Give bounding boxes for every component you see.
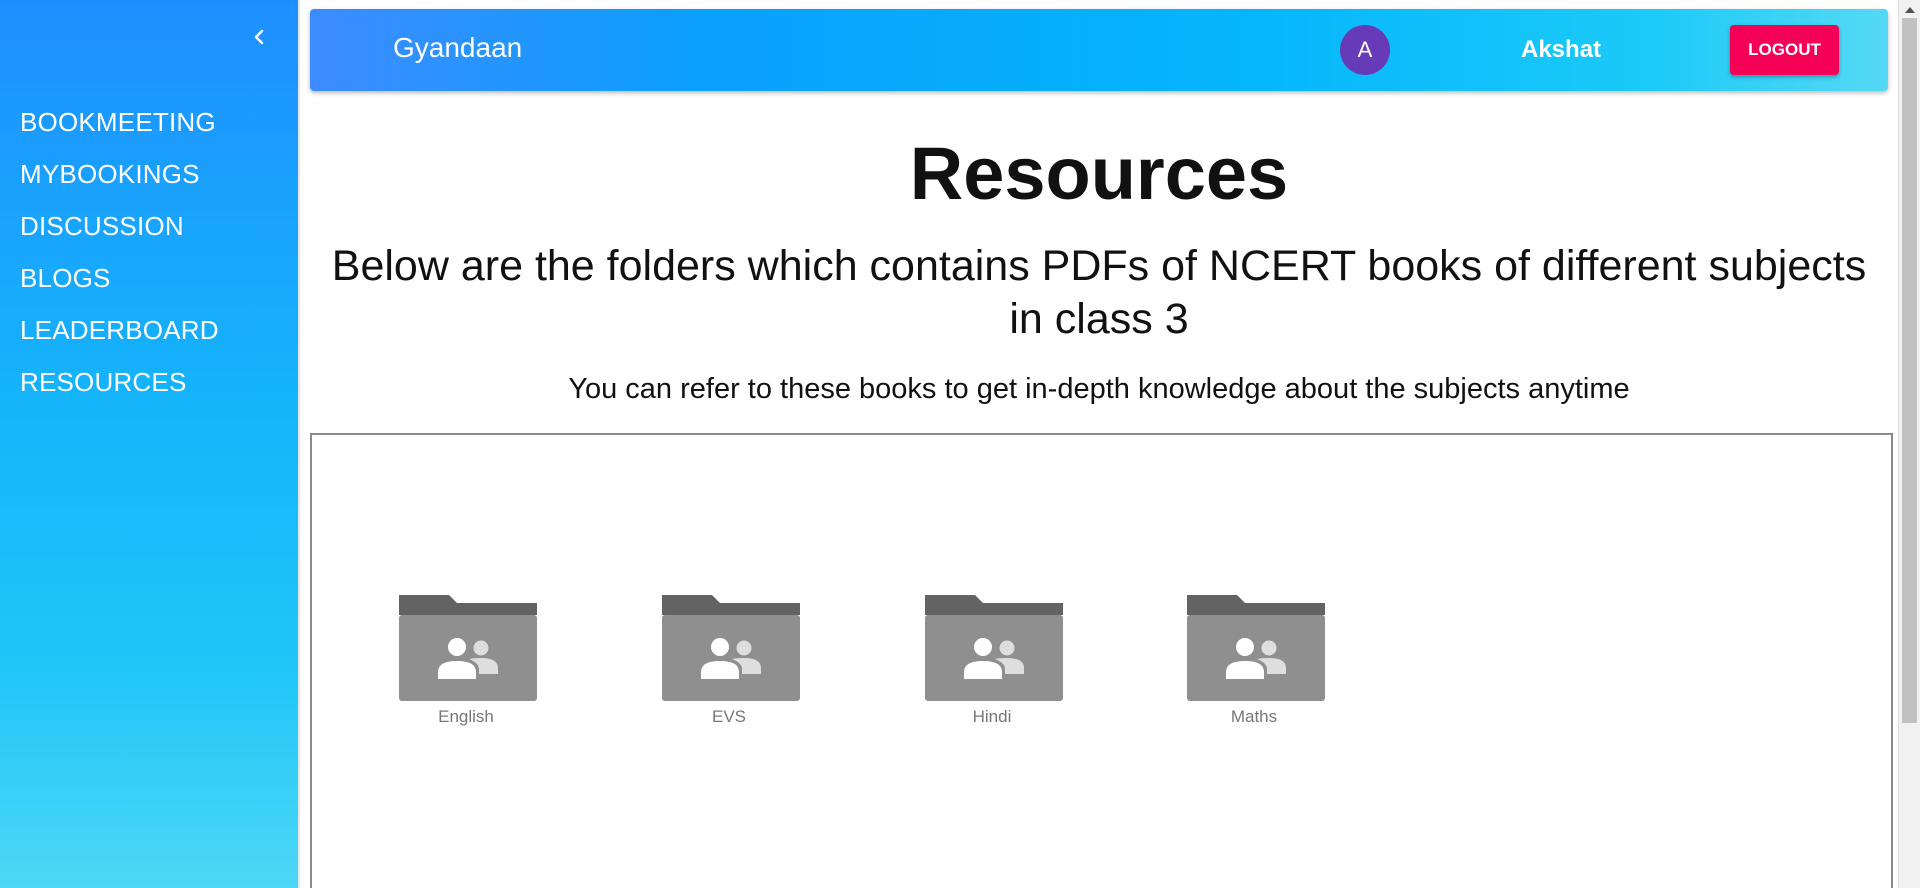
- sidebar: BOOKMEETING MYBOOKINGS DISCUSSION BLOGS …: [0, 0, 300, 888]
- folder-maths[interactable]: Maths: [1184, 595, 1325, 727]
- caret-up-icon: [1904, 0, 1915, 18]
- sidebar-item-discussion[interactable]: DISCUSSION: [20, 200, 219, 252]
- sidebar-collapse-button[interactable]: [246, 26, 272, 52]
- sidebar-item-mybookings[interactable]: MYBOOKINGS: [20, 148, 219, 200]
- app-bar: Gyandaan A Akshat LOGOUT: [310, 9, 1888, 91]
- sidebar-nav: BOOKMEETING MYBOOKINGS DISCUSSION BLOGS …: [20, 96, 219, 408]
- scrollbar-thumb[interactable]: [1902, 18, 1917, 723]
- page-description: You can refer to these books to get in-d…: [568, 373, 1630, 405]
- sidebar-item-resources[interactable]: RESOURCES: [20, 356, 219, 408]
- shared-folder-icon: [659, 595, 800, 701]
- username-label: Akshat: [1521, 36, 1602, 63]
- sidebar-item-leaderboard[interactable]: LEADERBOARD: [20, 304, 219, 356]
- sidebar-item-blogs[interactable]: BLOGS: [20, 252, 219, 304]
- folder-evs[interactable]: EVS: [659, 595, 800, 727]
- folder-label: Hindi: [972, 707, 1012, 726]
- page-subtitle: Below are the folders which contains PDF…: [331, 242, 1867, 343]
- folder-label: Maths: [1230, 707, 1278, 726]
- folder-grid: English EVS Hindi Maths: [310, 433, 1893, 888]
- scroll-up-button[interactable]: [1899, 0, 1920, 18]
- logout-button[interactable]: LOGOUT: [1730, 25, 1839, 75]
- main-content: Gyandaan A Akshat LOGOUT Resources Below…: [300, 0, 1898, 888]
- brand-title[interactable]: Gyandaan: [393, 31, 522, 65]
- folder-label: English: [438, 707, 494, 726]
- vertical-scrollbar[interactable]: [1898, 0, 1920, 888]
- sidebar-item-bookmeeting[interactable]: BOOKMEETING: [20, 96, 219, 148]
- page-title: Resources: [909, 132, 1289, 215]
- folder-hindi[interactable]: Hindi: [922, 595, 1063, 727]
- avatar[interactable]: A: [1340, 25, 1390, 75]
- folder-english[interactable]: English: [396, 595, 537, 727]
- shared-folder-icon: [922, 595, 1063, 701]
- shared-folder-icon: [1184, 595, 1325, 701]
- folder-label: EVS: [711, 707, 747, 726]
- shared-folder-icon: [396, 595, 537, 701]
- chevron-left-icon: [252, 28, 266, 51]
